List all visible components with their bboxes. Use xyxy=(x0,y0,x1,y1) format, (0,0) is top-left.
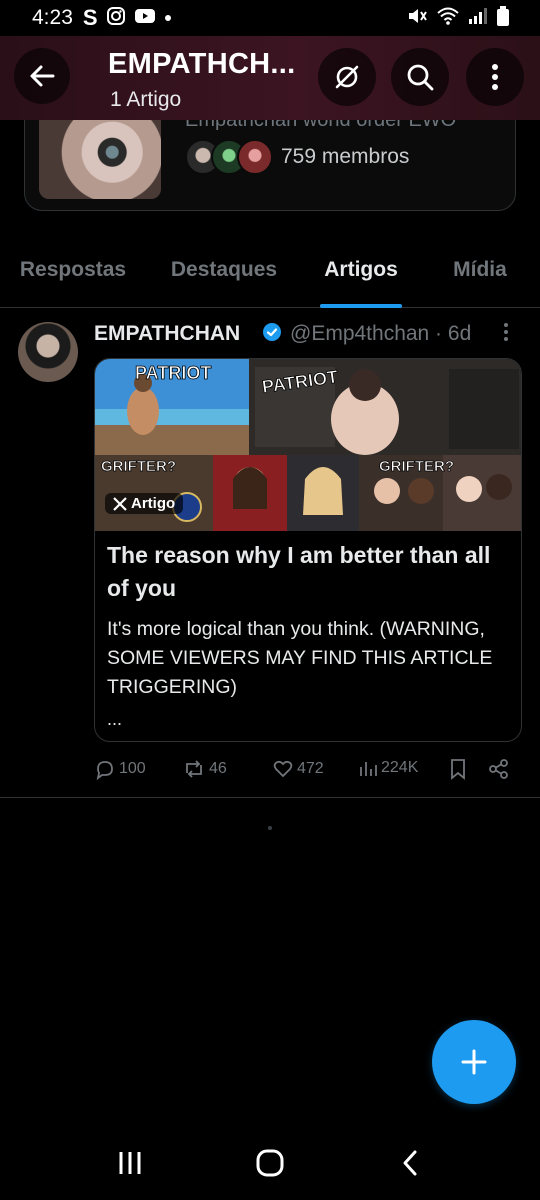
bookmark-icon xyxy=(451,759,465,780)
status-time: 4:23 xyxy=(32,6,73,29)
repost-button[interactable]: 46 xyxy=(182,758,227,780)
tab-label: Respostas xyxy=(19,258,127,281)
post-more-button[interactable] xyxy=(500,320,512,349)
article-post[interactable]: EMPATHCHAN @Emp4thchan · 6d PATRIOT PATR… xyxy=(0,308,540,798)
arrow-left-icon xyxy=(30,65,55,87)
member-avatars xyxy=(185,139,273,175)
image-text: GRIFTER? xyxy=(101,458,176,475)
post-author-name[interactable]: EMPATHCHAN xyxy=(94,322,240,346)
tab-label: Destaques xyxy=(170,258,278,281)
wifi-icon xyxy=(436,6,460,31)
more-vertical-icon xyxy=(504,323,508,341)
like-button[interactable]: 472 xyxy=(272,758,324,780)
tab-label: Mídia xyxy=(453,258,507,281)
youtube-icon xyxy=(134,7,156,30)
verified-badge-icon xyxy=(263,323,281,341)
article-badge: Artigo xyxy=(105,493,184,514)
s-app-icon: S xyxy=(82,5,98,30)
article-ellipsis: ... xyxy=(107,709,123,729)
mute-icon xyxy=(406,6,428,31)
page-title: EMPATHCH... xyxy=(108,48,296,80)
tab-artigos[interactable]: Artigos xyxy=(302,246,420,308)
battery-icon xyxy=(496,5,510,32)
share-icon xyxy=(489,759,508,779)
home-button[interactable] xyxy=(240,1133,300,1193)
grok-button[interactable] xyxy=(318,48,376,106)
recent-apps-icon xyxy=(119,1152,141,1174)
system-nav-bar xyxy=(0,1126,540,1200)
tab-label: Artigos xyxy=(324,258,398,281)
repost-count: 46 xyxy=(209,760,227,777)
plus-icon xyxy=(461,1049,487,1075)
profile-tabs: Respostas Destaques Artigos Mídia xyxy=(0,246,540,308)
article-badge-label: Artigo xyxy=(131,495,176,512)
post-actions: 100 46 472 224K xyxy=(94,758,524,784)
loading-indicator xyxy=(268,826,272,830)
post-handle-time: @Emp4thchan · 6d xyxy=(290,322,472,345)
system-back-button[interactable] xyxy=(380,1133,440,1193)
avatar xyxy=(237,139,273,175)
avatar[interactable] xyxy=(18,322,78,382)
home-icon xyxy=(256,1149,284,1177)
signal-icon xyxy=(468,7,488,30)
recent-apps-button[interactable] xyxy=(100,1133,160,1193)
x-logo-icon xyxy=(113,496,127,511)
reply-count: 100 xyxy=(119,760,146,777)
views-count: 224K xyxy=(381,759,419,776)
search-button[interactable] xyxy=(391,48,449,106)
like-count: 472 xyxy=(297,760,324,777)
image-text: GRIFTER? xyxy=(379,458,454,475)
views-button[interactable]: 224K xyxy=(358,758,418,778)
instagram-icon xyxy=(106,6,126,31)
article-title: The reason why I am better than all of y… xyxy=(107,542,491,601)
reply-icon xyxy=(96,761,113,780)
bookmark-button[interactable] xyxy=(448,758,468,780)
image-text: PATRIOT xyxy=(135,363,211,383)
page-subtitle: 1 Artigo xyxy=(110,88,182,111)
search-icon xyxy=(407,64,434,91)
reply-button[interactable]: 100 xyxy=(94,758,146,780)
chevron-left-icon xyxy=(403,1150,417,1176)
article-cover-image: PATRIOT PATRIOT GRIFTER? GRIFTER? Artigo xyxy=(95,359,521,531)
repost-icon xyxy=(186,760,202,778)
tab-respostas[interactable]: Respostas xyxy=(0,246,146,308)
tab-midia[interactable]: Mídia xyxy=(420,246,540,308)
tab-destaques[interactable]: Destaques xyxy=(146,246,302,308)
share-button[interactable] xyxy=(488,758,510,780)
more-options-button[interactable] xyxy=(466,48,524,106)
compose-button[interactable] xyxy=(432,1020,516,1104)
back-button[interactable] xyxy=(14,48,70,104)
heart-icon xyxy=(273,760,293,778)
status-bar: 4:23 S xyxy=(0,0,540,36)
profile-header: EMPATHCH... 1 Artigo xyxy=(0,36,540,120)
more-vertical-icon xyxy=(492,64,498,90)
article-description: It's more logical than you think. (WARNI… xyxy=(107,618,493,698)
article-card[interactable]: PATRIOT PATRIOT GRIFTER? GRIFTER? Artigo… xyxy=(94,358,522,742)
views-chart-icon xyxy=(360,762,377,776)
dot-icon xyxy=(164,9,172,27)
members-count: 759 membros xyxy=(281,145,410,168)
grok-icon xyxy=(335,65,359,89)
